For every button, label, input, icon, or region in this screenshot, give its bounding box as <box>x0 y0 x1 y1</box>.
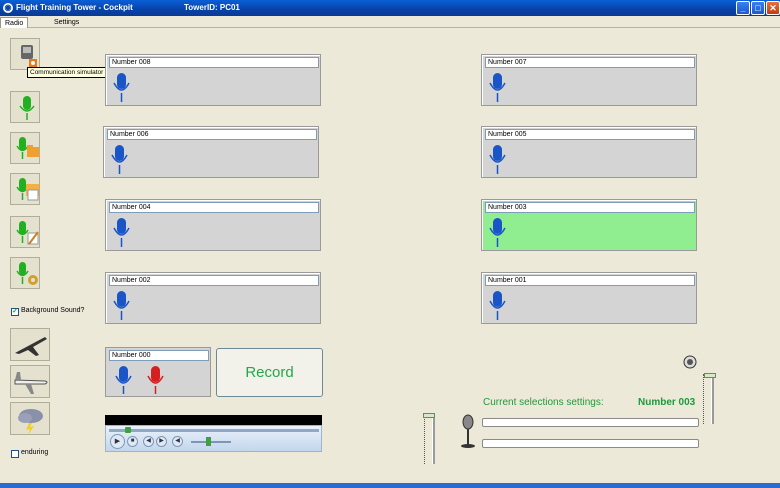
airliner-icon <box>14 372 48 394</box>
channel-name-field[interactable]: Number 000 <box>109 350 209 361</box>
tab-strip: Radio Settings <box>0 16 780 28</box>
microphone-blue-icon <box>111 145 128 174</box>
channel-name-field[interactable]: Number 008 <box>109 57 319 68</box>
volume-knob[interactable] <box>206 437 211 446</box>
channel-panel-006[interactable]: Number 006 <box>103 126 319 178</box>
microphone-blue-icon <box>489 73 506 102</box>
media-player: ▶ ■ ◀ ▶ ◀ <box>105 415 322 452</box>
mute-icon[interactable]: ◀ <box>172 436 183 447</box>
volume-knob-right[interactable] <box>704 373 716 378</box>
settings-field-1[interactable] <box>482 418 699 427</box>
channel-name-field[interactable]: Number 004 <box>109 202 319 213</box>
microphone-edit-icon <box>16 221 39 245</box>
mic-settings-button[interactable] <box>10 257 40 289</box>
microphone-blue-icon <box>489 145 506 174</box>
background-sound-label: Background Sound? <box>21 307 85 314</box>
talk-button[interactable] <box>10 91 40 123</box>
player-controls: ▶ ■ ◀ ▶ ◀ <box>105 425 322 452</box>
channel-panel-001[interactable]: Number 001 <box>481 272 697 324</box>
close-icon[interactable]: ✕ <box>766 1 780 15</box>
next-icon[interactable]: ▶ <box>156 436 167 447</box>
channel-name-field[interactable]: Number 003 <box>485 202 695 213</box>
current-selection-value: Number 003 <box>638 397 696 408</box>
microphone-blue-icon <box>489 218 506 247</box>
speaker-icon[interactable] <box>683 355 697 369</box>
slider-ticks <box>424 414 427 464</box>
stop-icon[interactable]: ■ <box>127 436 138 447</box>
volume-track[interactable] <box>191 441 231 443</box>
microphone-red-icon[interactable] <box>146 364 166 396</box>
title-bar: ◉ Flight Training Tower - Cockpit TowerI… <box>0 0 780 16</box>
play-icon[interactable]: ▶ <box>110 434 125 449</box>
microphone-blue-icon <box>113 218 130 247</box>
volume-ticks <box>703 374 706 424</box>
record-button[interactable]: Record <box>216 348 323 397</box>
mic-open-folder-button[interactable] <box>10 173 40 205</box>
mic-folder-button[interactable] <box>10 132 40 164</box>
channel-panel-000[interactable]: Number 000 <box>105 347 211 397</box>
microphone-blue-icon <box>113 73 130 102</box>
airplane-icon <box>15 337 47 356</box>
status-bar <box>0 483 780 488</box>
microphone-blue-icon <box>489 291 506 320</box>
airplane-top-button[interactable] <box>10 328 50 361</box>
power-button[interactable] <box>10 38 40 70</box>
seek-bar[interactable] <box>109 429 319 432</box>
mic-level-knob[interactable] <box>423 413 435 418</box>
channel-name-field[interactable]: Number 002 <box>109 275 319 286</box>
airplane-side-button[interactable] <box>10 365 50 398</box>
mic-edit-button[interactable] <box>10 216 40 248</box>
channel-panel-004[interactable]: Number 004 <box>105 199 321 251</box>
volume-track-right[interactable] <box>711 374 714 424</box>
microphone-folder-icon <box>16 137 39 159</box>
tab-settings[interactable]: Settings <box>50 17 83 28</box>
player-screen <box>105 415 322 425</box>
window-title: Flight Training Tower - Cockpit <box>16 3 133 12</box>
storm-cloud-icon <box>18 409 43 435</box>
channel-panel-005[interactable]: Number 005 <box>481 126 697 178</box>
settings-field-2[interactable] <box>482 439 699 448</box>
tab-radio[interactable]: Radio <box>0 17 29 28</box>
mic-level-track[interactable] <box>432 414 435 464</box>
microphone-gear-icon <box>16 262 38 285</box>
previous-icon[interactable]: ◀ <box>143 436 154 447</box>
microphone-blue-icon <box>113 291 130 320</box>
channel-name-field[interactable]: Number 001 <box>485 275 695 286</box>
seek-knob[interactable] <box>125 427 131 433</box>
channel-panel-007[interactable]: Number 007 <box>481 54 697 106</box>
microphone-blue-icon[interactable] <box>114 364 134 396</box>
maximize-icon[interactable]: □ <box>751 1 765 15</box>
minimize-icon[interactable]: _ <box>736 1 750 15</box>
microphone-green-icon <box>19 96 35 120</box>
app-icon: ◉ <box>3 3 13 13</box>
stand-microphone-icon <box>461 414 475 448</box>
weather-button[interactable] <box>10 402 50 435</box>
channel-panel-002[interactable]: Number 002 <box>105 272 321 324</box>
microphone-open-folder-icon <box>16 178 39 201</box>
channel-panel-003[interactable]: Number 003 <box>481 199 697 251</box>
channel-panel-008[interactable]: Number 008 <box>105 54 321 106</box>
channel-name-field[interactable]: Number 006 <box>107 129 317 140</box>
tower-id: TowerID: PC01 <box>184 3 240 12</box>
channel-name-field[interactable]: Number 005 <box>485 129 695 140</box>
enduring-label: enduring <box>21 449 49 456</box>
enduring-checkbox[interactable] <box>11 450 19 458</box>
current-selection-label: Current selections settings: <box>483 397 604 408</box>
background-sound-checkbox[interactable]: ✓ <box>11 308 19 316</box>
channel-name-field[interactable]: Number 007 <box>485 57 695 68</box>
